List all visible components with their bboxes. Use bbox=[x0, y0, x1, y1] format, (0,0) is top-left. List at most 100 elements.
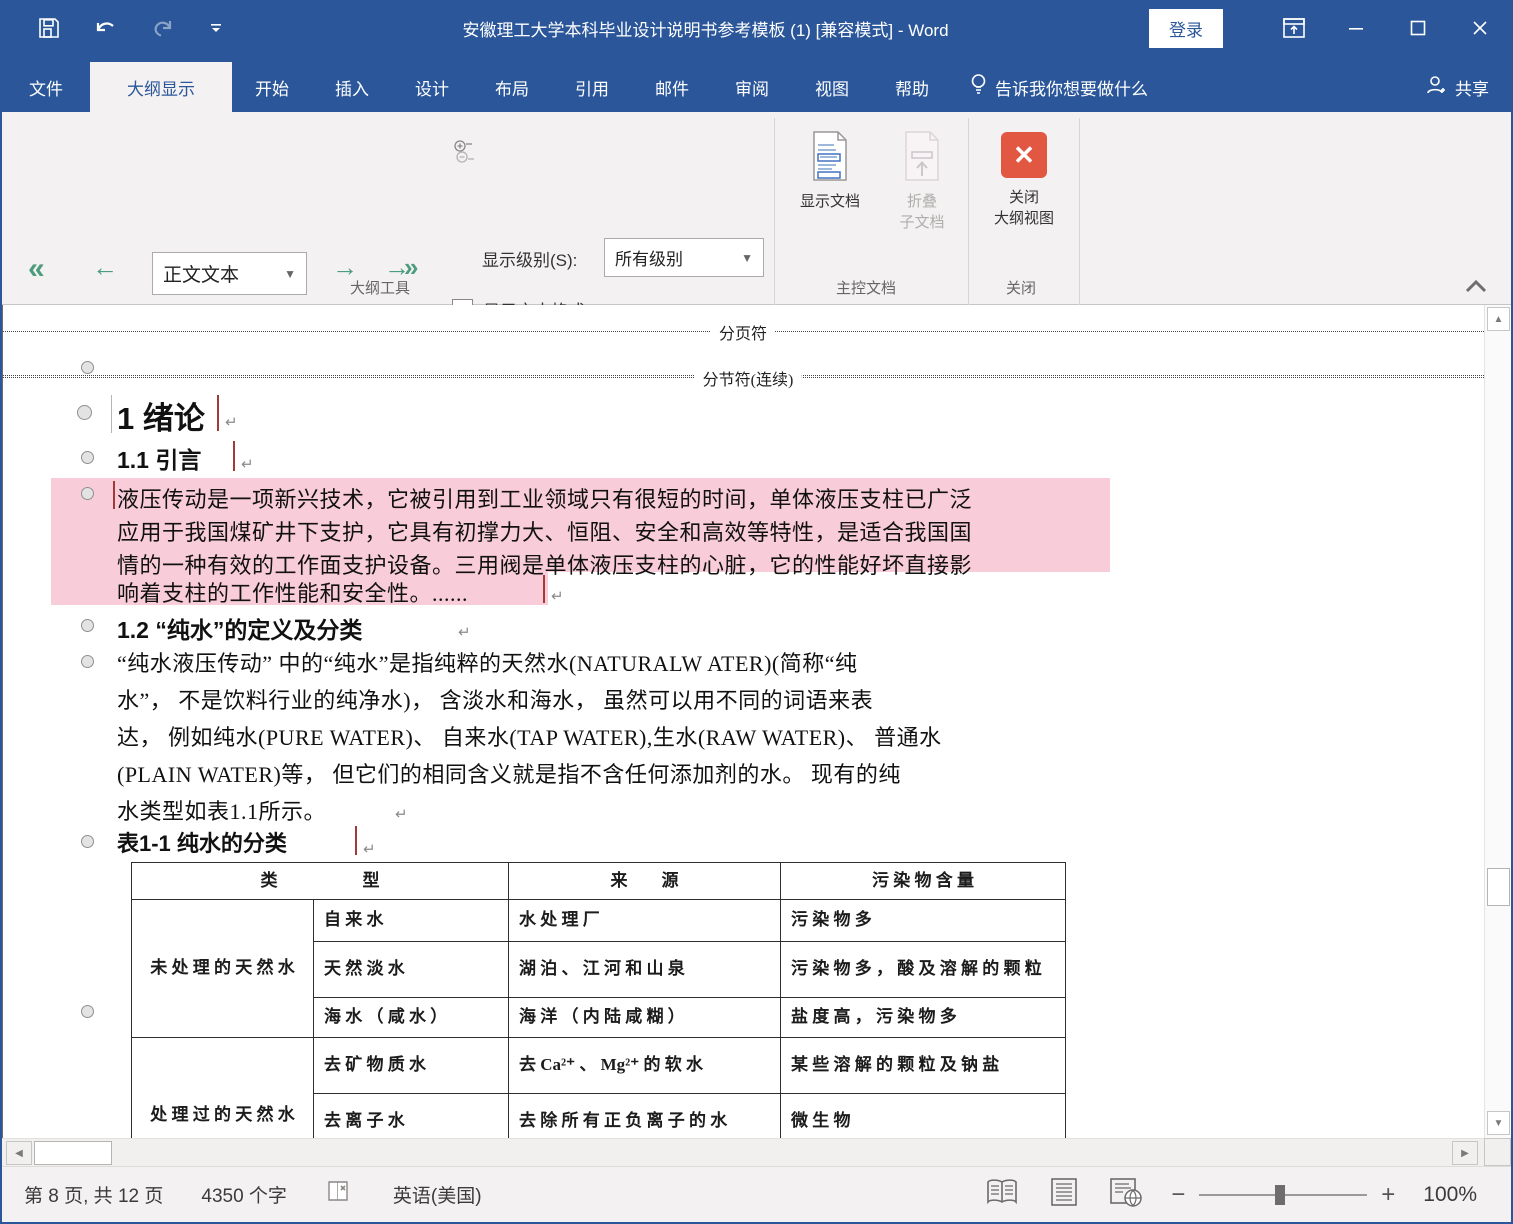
document-canvas[interactable]: 分页符 分节符(连续) 1 绪论 ↵ 1.1 引言 ↵ 液压传动是一项新兴技术，… bbox=[2, 305, 1486, 1138]
scroll-down-icon[interactable]: ▼ bbox=[1487, 1111, 1510, 1135]
page-indicator[interactable]: 第 8 页, 共 12 页 bbox=[24, 1181, 163, 1208]
outline-bullet[interactable] bbox=[81, 451, 94, 464]
zoom-percentage[interactable]: 100% bbox=[1423, 1183, 1477, 1207]
maximize-button[interactable] bbox=[1387, 5, 1449, 51]
show-document-label: 显示文档 bbox=[800, 190, 860, 211]
heading-1-1: 1.1 引言 bbox=[117, 441, 201, 475]
outline-bullet[interactable] bbox=[81, 487, 94, 500]
paragraph-mark: ↵ bbox=[363, 840, 376, 858]
zoom-in-icon[interactable]: + bbox=[1381, 1183, 1395, 1207]
qat-customize-icon[interactable] bbox=[210, 22, 222, 34]
table-row: 处 理 过 的 天 然 水 去 矿 物 质 水 去 Ca²⁺ 、 Mg²⁺ 的 … bbox=[132, 1038, 1066, 1094]
table-group1: 未 处 理 的 天 然 水 bbox=[132, 900, 314, 1038]
print-layout-icon[interactable] bbox=[1049, 1177, 1079, 1213]
tab-design[interactable]: 设计 bbox=[392, 62, 472, 112]
tab-view[interactable]: 视图 bbox=[792, 62, 872, 112]
paragraph-line: 达， 例如纯水(PURE WATER)、 自来水(TAP WATER),生水(R… bbox=[117, 720, 942, 752]
tab-outline-view[interactable]: 大纲显示 bbox=[90, 62, 232, 112]
text-cursor-mark bbox=[233, 441, 235, 471]
tell-me-box[interactable]: 告诉我你想要做什么 bbox=[952, 62, 1166, 112]
horizontal-scroll-thumb[interactable] bbox=[34, 1141, 112, 1165]
tab-mailings[interactable]: 邮件 bbox=[632, 62, 712, 112]
paragraph-mark: ↵ bbox=[551, 587, 564, 605]
table-cell: 天 然 淡 水 bbox=[314, 942, 509, 998]
web-layout-icon[interactable] bbox=[1109, 1177, 1143, 1213]
collapse-subdocuments-label-2: 子文档 bbox=[899, 211, 944, 232]
outline-bullet[interactable] bbox=[81, 1005, 94, 1018]
outline-bullet[interactable] bbox=[77, 405, 92, 420]
text-cursor-mark bbox=[543, 575, 545, 603]
show-level-combo[interactable]: 所有级别 ▼ bbox=[604, 238, 764, 277]
ribbon-display-options-icon[interactable] bbox=[1263, 5, 1325, 51]
paragraph-mark: ↵ bbox=[225, 413, 238, 431]
zoom-slider[interactable] bbox=[1199, 1194, 1367, 1196]
outline-level-value: 正文文本 bbox=[163, 260, 239, 287]
outline-level-combo[interactable]: 正文文本 ▼ bbox=[152, 252, 307, 295]
paragraph-line: 水类型如表1.1所示。 bbox=[117, 794, 326, 826]
scroll-left-icon[interactable]: ◀ bbox=[6, 1141, 32, 1165]
minimize-button[interactable] bbox=[1325, 5, 1387, 51]
save-icon[interactable] bbox=[38, 17, 60, 39]
promote-to-heading1-icon[interactable]: « bbox=[28, 252, 45, 286]
language-indicator[interactable]: 英语(美国) bbox=[393, 1181, 482, 1208]
style-boundary-mark bbox=[111, 395, 112, 433]
outline-bullet[interactable] bbox=[81, 619, 94, 632]
promote-icon[interactable]: ← bbox=[92, 252, 118, 283]
table-cell: 海 水 （ 咸 水 ） bbox=[314, 998, 509, 1038]
outline-bullet[interactable] bbox=[81, 835, 94, 848]
collapse-ribbon-icon[interactable] bbox=[1465, 279, 1487, 298]
share-person-icon bbox=[1425, 74, 1447, 101]
table-cell: 某 些 溶 解 的 颗 粒 及 钠 盐 bbox=[781, 1038, 1066, 1094]
close-outline-view-button[interactable]: ✕ 关闭 大纲视图 bbox=[980, 132, 1068, 228]
heading-1: 1 绪论 bbox=[117, 393, 205, 438]
chevron-down-icon: ▼ bbox=[284, 267, 296, 281]
close-button[interactable] bbox=[1449, 5, 1511, 51]
undo-icon[interactable] bbox=[94, 17, 118, 39]
table-cell: 去 除 所 有 正 负 离 子 的 水 bbox=[509, 1094, 781, 1139]
zoom-slider-thumb[interactable] bbox=[1275, 1185, 1285, 1205]
vertical-scroll-thumb[interactable] bbox=[1487, 868, 1510, 906]
word-count[interactable]: 4350 个字 bbox=[201, 1181, 287, 1208]
tab-insert[interactable]: 插入 bbox=[312, 62, 392, 112]
paragraph-line: (PLAIN WATER)等， 但它们的相同含义就是指不含任何添加剂的水。 现有… bbox=[117, 757, 901, 789]
paragraph-line: “纯水液压传动” 中的“纯水”是指纯粹的天然水(NATURALW ATER)(简… bbox=[117, 646, 858, 678]
share-button[interactable]: 共享 bbox=[1425, 62, 1489, 112]
close-outline-label-2: 大纲视图 bbox=[994, 207, 1054, 228]
scroll-up-icon[interactable]: ▲ bbox=[1487, 307, 1510, 331]
tab-references[interactable]: 引用 bbox=[552, 62, 632, 112]
table-row: 未 处 理 的 天 然 水 自 来 水 水 处 理 厂 污 染 物 多 bbox=[132, 900, 1066, 942]
show-document-icon bbox=[810, 130, 850, 186]
tab-help[interactable]: 帮助 bbox=[872, 62, 952, 112]
horizontal-scrollbar[interactable]: ◀ ▶ bbox=[2, 1138, 1486, 1166]
vertical-scrollbar[interactable]: ▲ ▼ bbox=[1484, 305, 1511, 1138]
show-level-value: 所有级别 bbox=[615, 245, 683, 270]
table-header-pollutant: 污 染 物 含 量 bbox=[781, 863, 1066, 900]
group-label-master-document: 主控文档 bbox=[836, 277, 896, 298]
paragraph-line: 水”， 不是饮料行业的纯净水)， 含淡水和海水， 虽然可以用不同的词语来表 bbox=[117, 683, 873, 715]
show-document-button[interactable]: 显示文档 bbox=[788, 130, 872, 211]
read-mode-icon[interactable] bbox=[985, 1178, 1019, 1212]
tab-file[interactable]: 文件 bbox=[2, 62, 90, 112]
outline-bullet[interactable] bbox=[81, 361, 94, 374]
tell-me-label: 告诉我你想要做什么 bbox=[995, 75, 1148, 100]
pure-water-classification-table: 类 型 来 源 污 染 物 含 量 未 处 理 的 天 然 水 自 来 水 水 … bbox=[131, 862, 1066, 1138]
paragraph-mark: ↵ bbox=[241, 455, 254, 473]
text-cursor-mark bbox=[355, 826, 357, 855]
title-bar: 安徽理工大学本科毕业设计说明书参考模板 (1) [兼容模式] - Word 登录… bbox=[2, 0, 1511, 112]
page-break-line: 分页符 bbox=[3, 331, 1486, 332]
proofing-error-icon[interactable] bbox=[325, 1179, 355, 1211]
scroll-right-icon[interactable]: ▶ bbox=[1452, 1141, 1478, 1165]
tab-home[interactable]: 开始 bbox=[232, 62, 312, 112]
redo-icon[interactable] bbox=[152, 17, 176, 39]
scrollbar-corner bbox=[1484, 1138, 1511, 1166]
outline-bullet[interactable] bbox=[81, 655, 94, 668]
tab-layout[interactable]: 布局 bbox=[472, 62, 552, 112]
section-break-label: 分节符(连续) bbox=[695, 366, 802, 390]
zoom-out-icon[interactable]: − bbox=[1171, 1183, 1185, 1207]
table-cell: 去 矿 物 质 水 bbox=[314, 1038, 509, 1094]
table-header-source: 来 源 bbox=[509, 863, 781, 900]
tab-review[interactable]: 审阅 bbox=[712, 62, 792, 112]
paragraph-mark: ↵ bbox=[395, 805, 408, 823]
login-button[interactable]: 登录 bbox=[1149, 9, 1223, 48]
group-label-outline-tools: 大纲工具 bbox=[350, 277, 410, 298]
